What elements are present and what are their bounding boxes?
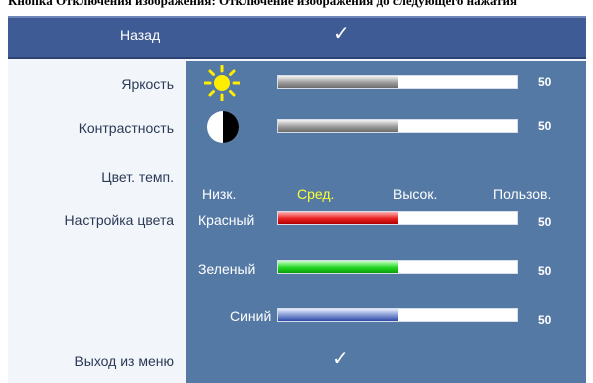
color-temp-label: Цвет. темп. — [101, 169, 174, 185]
green-slider[interactable] — [277, 260, 518, 274]
page-caption: Кнопка Отключения изображения: Отключени… — [8, 0, 518, 8]
red-value: 50 — [538, 215, 552, 229]
contrast-label: Контрастность — [78, 120, 174, 136]
exit-menu-label[interactable]: Выход из меню — [74, 353, 174, 369]
exit-confirm-check-icon[interactable]: ✓ — [332, 346, 349, 371]
contrast-slider[interactable] — [277, 119, 518, 133]
blue-slider[interactable] — [277, 308, 518, 322]
sun-icon — [204, 65, 240, 101]
contrast-icon — [207, 111, 239, 143]
blue-slider-fill — [278, 309, 398, 321]
brightness-slider-fill — [278, 76, 398, 88]
brightness-slider[interactable] — [277, 75, 518, 89]
osd-menu: Назад ✓ Яркость 50 Контрастность 50 Цвет… — [8, 16, 586, 383]
color-setting-label: Настройка цвета — [64, 212, 174, 228]
color-temp-option-mid[interactable]: Сред. — [297, 186, 334, 202]
red-slider[interactable] — [277, 211, 518, 225]
header-bar — [8, 16, 586, 59]
color-temp-option-low[interactable]: Низк. — [202, 186, 236, 202]
red-slider-fill — [278, 212, 398, 224]
red-label: Красный — [198, 212, 255, 228]
contrast-value: 50 — [538, 119, 552, 133]
color-temp-option-high[interactable]: Высок. — [393, 186, 437, 202]
green-label: Зеленый — [198, 261, 256, 277]
blue-value: 50 — [538, 313, 552, 327]
back-label[interactable]: Назад — [120, 27, 160, 43]
brightness-value: 50 — [538, 75, 552, 89]
contrast-slider-fill — [278, 120, 398, 132]
blue-label: Синий — [230, 308, 272, 324]
green-slider-fill — [278, 261, 398, 273]
back-confirm-check-icon[interactable]: ✓ — [333, 21, 350, 46]
color-temp-option-custom[interactable]: Пользов. — [493, 186, 551, 202]
green-value: 50 — [538, 264, 552, 278]
brightness-label: Яркость — [121, 76, 174, 92]
